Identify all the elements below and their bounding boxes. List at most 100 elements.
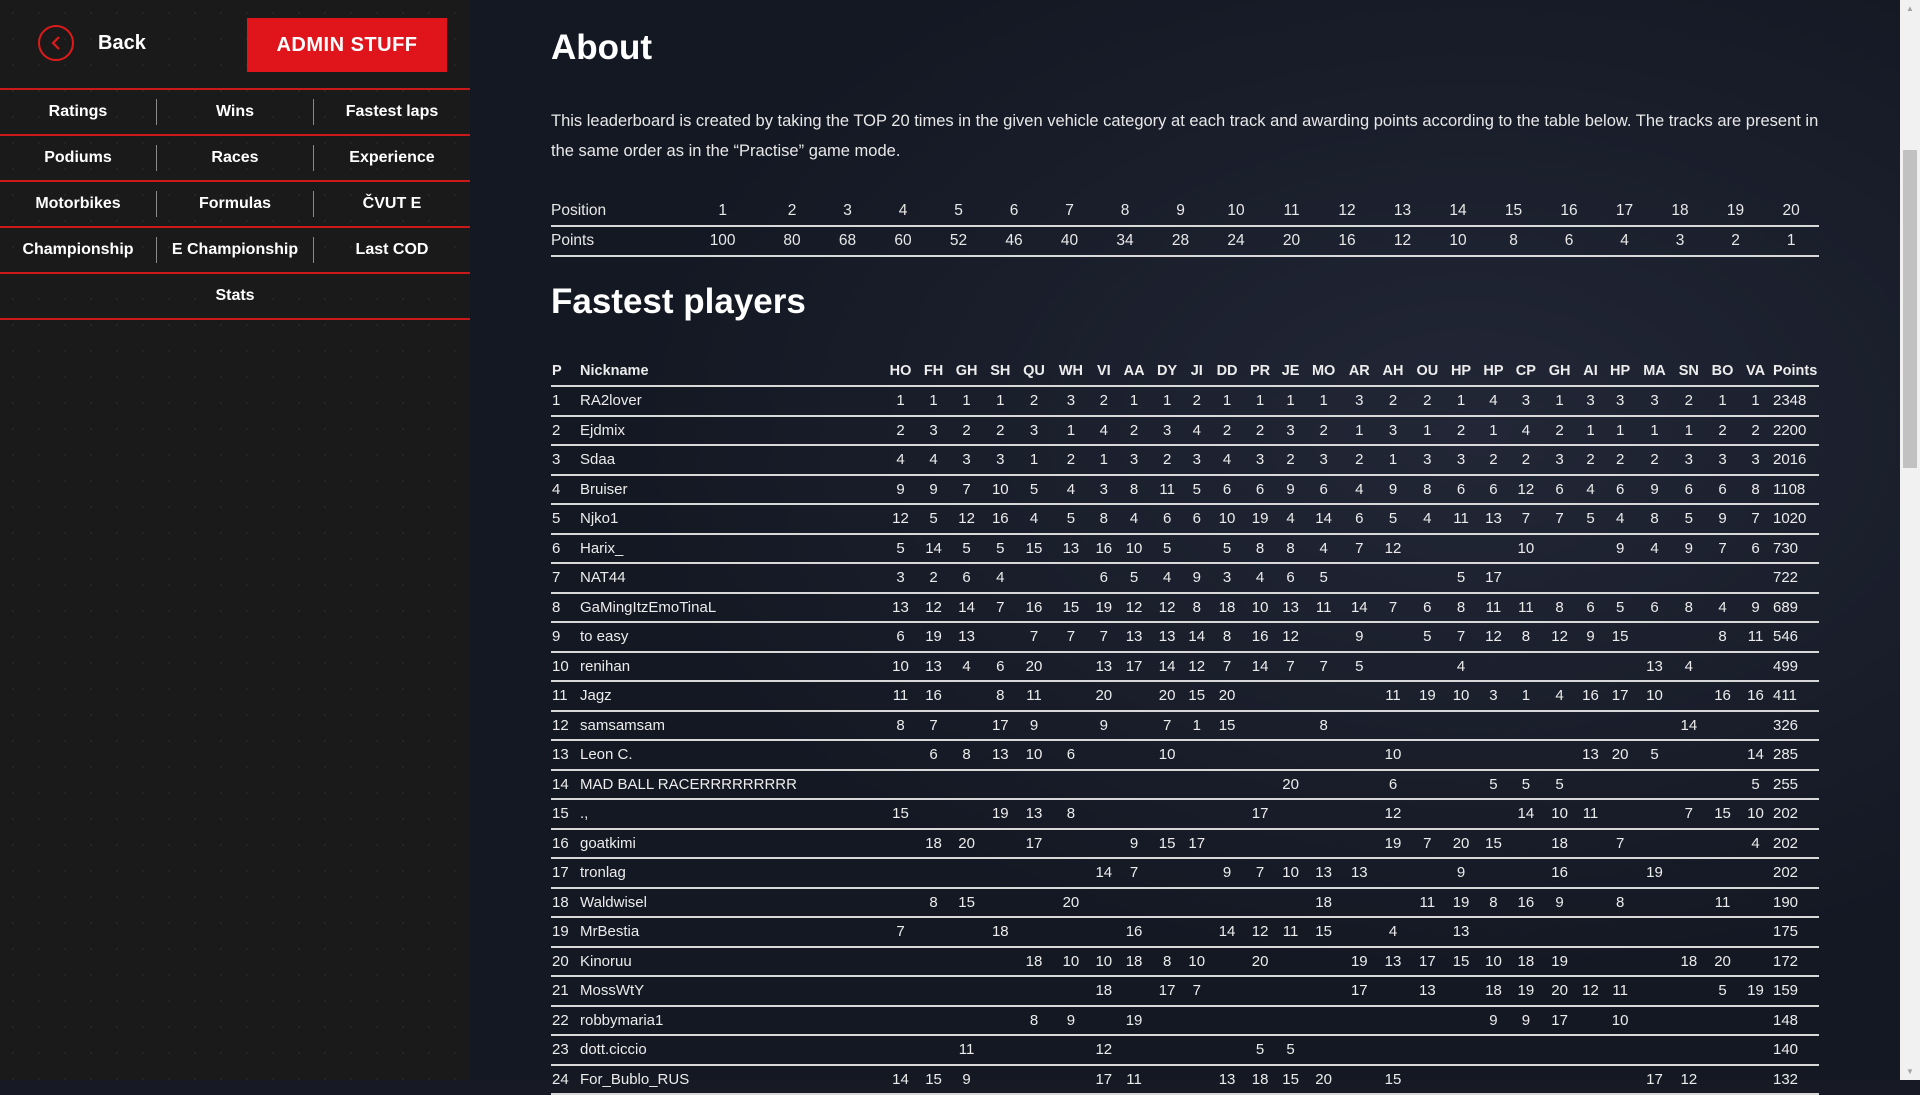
track-rank-cell: [984, 1035, 1017, 1066]
nav-item-formulas[interactable]: Formulas: [156, 191, 313, 217]
scroll-down-icon[interactable]: ▼: [1900, 1063, 1920, 1080]
track-rank-cell: 5: [1183, 474, 1211, 505]
track-rank-cell: 10: [1740, 799, 1771, 830]
scrollbar-thumb[interactable]: [1903, 150, 1917, 468]
nickname-cell: to easy: [580, 622, 883, 653]
track-rank-cell: [1342, 828, 1377, 859]
track-rank-cell: 15: [1477, 828, 1510, 859]
track-rank-cell: 4: [1342, 474, 1377, 505]
track-rank-cell: [949, 710, 985, 741]
track-rank-cell: [1117, 976, 1151, 1007]
track-rank-cell: 6: [1705, 474, 1741, 505]
track-rank-cell: [1090, 917, 1118, 948]
track-rank-cell: 4: [1376, 917, 1410, 948]
total-points-cell: 722: [1771, 563, 1819, 594]
points-cell: 40: [1041, 226, 1098, 257]
track-rank-cell: [1409, 651, 1445, 682]
track-rank-cell: 9: [1051, 1005, 1091, 1036]
track-rank-cell: 5: [883, 533, 918, 564]
track-rank-cell: 4: [1444, 651, 1478, 682]
nav-item-championship[interactable]: Championship: [0, 237, 156, 263]
track-rank-cell: 17: [1117, 651, 1151, 682]
track-rank-cell: 3: [1577, 386, 1604, 417]
position-cell: 15: [1485, 197, 1542, 227]
rank-cell: 15: [551, 799, 580, 830]
nav-item-experience[interactable]: Experience: [313, 145, 470, 171]
track-rank-cell: 6: [1672, 474, 1706, 505]
track-rank-cell: [1276, 799, 1305, 830]
track-rank-cell: 4: [1276, 504, 1305, 535]
nav-item-races[interactable]: Races: [156, 145, 313, 171]
track-rank-cell: 10: [1276, 858, 1305, 889]
rank-cell: 1: [551, 386, 580, 417]
track-rank-cell: [1409, 563, 1445, 594]
rank-cell: 12: [551, 710, 580, 741]
nav-item-stats[interactable]: Stats: [0, 283, 470, 309]
track-rank-cell: 14: [1150, 651, 1184, 682]
track-rank-cell: 7: [949, 474, 985, 505]
track-rank-cell: 2: [949, 415, 985, 446]
track-rank-cell: 15: [1051, 592, 1091, 623]
track-rank-cell: 19: [1509, 976, 1543, 1007]
track-rank-cell: [1090, 1005, 1118, 1036]
column-header: VA: [1740, 357, 1771, 387]
track-rank-cell: 2: [883, 415, 918, 446]
track-rank-cell: 13: [917, 651, 950, 682]
table-row: 23 dott.ciccio 11 12 5 5 140: [551, 1035, 1819, 1066]
track-rank-cell: 17: [1477, 563, 1510, 594]
back-button[interactable]: Back: [38, 25, 146, 61]
table-row: 5 Njko1 12 5 12 16 4 5 8 4 6 6 10 19 4 14 6 5 4 11 13 7 7 5 4 8 5 9…: [551, 504, 1819, 535]
track-rank-cell: [1276, 976, 1305, 1007]
nav-item-motorbikes[interactable]: Motorbikes: [0, 191, 156, 217]
track-rank-cell: [1636, 976, 1673, 1007]
points-cell: 24: [1208, 226, 1264, 257]
points-cell: 1: [1763, 226, 1819, 257]
track-rank-cell: 17: [1016, 828, 1052, 859]
position-cell: 17: [1596, 197, 1653, 227]
track-rank-cell: 7: [1276, 651, 1305, 682]
track-rank-cell: 1: [949, 386, 985, 417]
track-rank-cell: 13: [1117, 622, 1151, 653]
track-rank-cell: [1636, 1035, 1673, 1066]
scroll-up-icon[interactable]: ▲: [1900, 0, 1920, 17]
track-rank-cell: [949, 769, 985, 800]
track-rank-cell: 14: [1672, 710, 1706, 741]
column-header: P: [551, 357, 580, 387]
rank-cell: 22: [551, 1005, 580, 1036]
track-rank-cell: 8: [917, 887, 950, 918]
track-rank-cell: 5: [1243, 1035, 1277, 1066]
track-rank-cell: [1210, 887, 1244, 918]
track-rank-cell: 7: [1409, 828, 1445, 859]
nav-item-podiums[interactable]: Podiums: [0, 145, 156, 171]
nav-item-ratings[interactable]: Ratings: [0, 99, 156, 125]
nav-item-e-championship[interactable]: E Championship: [156, 237, 313, 263]
track-rank-cell: [1603, 563, 1637, 594]
track-rank-cell: 15: [917, 1064, 950, 1095]
admin-stuff-button[interactable]: ADMIN STUFF: [247, 18, 447, 72]
nav-item-fastest-laps[interactable]: Fastest laps: [313, 99, 470, 125]
nav-item-cvut-e[interactable]: ČVUT E: [313, 191, 470, 217]
track-rank-cell: 10: [1444, 681, 1478, 712]
track-rank-cell: 11: [1150, 474, 1184, 505]
track-rank-cell: [949, 858, 985, 889]
track-rank-cell: [1183, 799, 1211, 830]
table-row: 13 Leon C. 6 8 13 10 6 10 10 13 20 5 14 285: [551, 740, 1819, 771]
track-rank-cell: 17: [1090, 1064, 1118, 1095]
nav-item-wins[interactable]: Wins: [156, 99, 313, 125]
points-cell: 4: [1596, 226, 1653, 257]
nav-item-last-cod[interactable]: Last COD: [313, 237, 470, 263]
track-rank-cell: 6: [1376, 769, 1410, 800]
page-scrollbar[interactable]: ▲ ▼: [1900, 0, 1920, 1080]
table-row: 21 MossWtY 18 17 7 17 13 18 19 20 12 11 5 19 159: [551, 976, 1819, 1007]
track-rank-cell: 9: [883, 474, 918, 505]
track-rank-cell: 7: [1509, 504, 1543, 535]
track-rank-cell: [1477, 1035, 1510, 1066]
track-rank-cell: [1304, 622, 1343, 653]
track-rank-cell: [1409, 858, 1445, 889]
track-rank-cell: 2: [1051, 445, 1091, 476]
track-rank-cell: 3: [1342, 386, 1377, 417]
track-rank-cell: [1117, 1035, 1151, 1066]
rank-cell: 4: [551, 474, 580, 505]
track-rank-cell: [1304, 740, 1343, 771]
track-rank-cell: [1672, 917, 1706, 948]
